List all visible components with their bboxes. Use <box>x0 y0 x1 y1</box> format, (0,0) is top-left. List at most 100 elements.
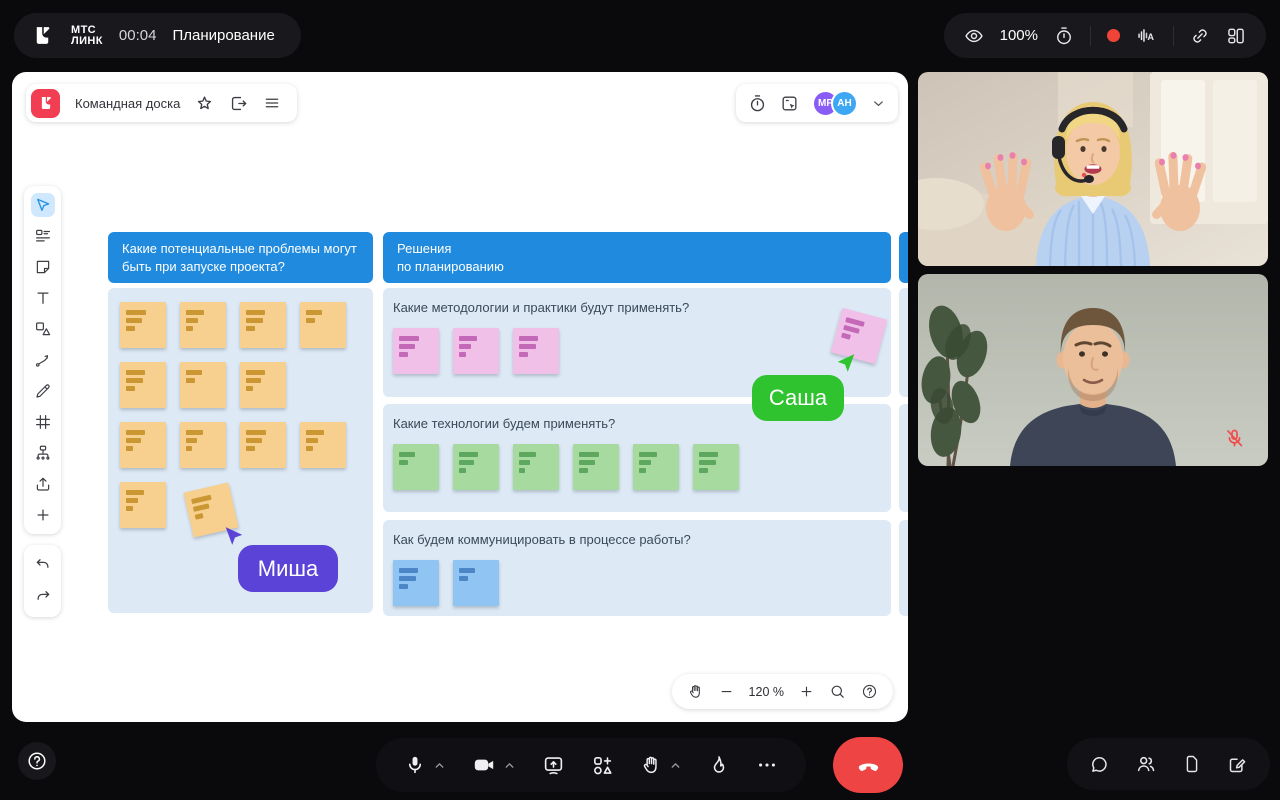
zoom-in-button[interactable] <box>799 684 814 699</box>
sticky-note[interactable] <box>240 362 286 408</box>
search-button[interactable] <box>829 683 846 700</box>
zoom-level[interactable]: 120 % <box>749 685 784 699</box>
attention-share-value: 100% <box>1000 27 1038 44</box>
avatar[interactable]: AH <box>831 90 858 117</box>
board-header-right: MP AH <box>736 84 898 122</box>
participants-button[interactable] <box>1135 753 1157 775</box>
board-header: Командная доска <box>26 84 297 122</box>
undo-redo-toolbar <box>24 545 61 617</box>
sticky-note[interactable] <box>120 422 166 468</box>
column-header-solutions[interactable]: Решения по планированию <box>383 232 891 283</box>
invite-participant-button[interactable] <box>591 754 614 777</box>
column-header-problems[interactable]: Какие потенциальные проблемы могут быть … <box>108 232 373 283</box>
camera-button[interactable] <box>472 753 496 777</box>
microphone-menu-chevron[interactable] <box>433 759 446 772</box>
sticky-note[interactable] <box>453 560 499 606</box>
board-app-logo <box>31 89 60 118</box>
sticky-note-tool[interactable] <box>31 255 55 279</box>
end-call-button[interactable] <box>833 737 903 793</box>
zoom-out-button[interactable] <box>719 684 734 699</box>
recording-indicator[interactable] <box>1107 29 1120 42</box>
sticky-note[interactable] <box>120 302 166 348</box>
fire-reaction-button[interactable] <box>708 754 730 776</box>
sticky-note[interactable] <box>513 444 559 490</box>
mindmap-tool[interactable] <box>31 441 55 465</box>
sticky-note[interactable] <box>300 302 346 348</box>
participant-video-1[interactable] <box>918 72 1268 266</box>
microphone-button[interactable] <box>404 754 426 776</box>
meeting-info-pill: МТСЛИНК 00:04 Планирование <box>14 13 301 58</box>
viewers-button[interactable] <box>964 26 984 46</box>
sticky-note[interactable] <box>453 444 499 490</box>
sticky-note[interactable] <box>453 328 499 374</box>
redo-button[interactable] <box>31 585 55 609</box>
screen-share-button[interactable] <box>542 754 565 777</box>
copy-link-button[interactable] <box>1190 26 1210 46</box>
divider <box>1090 26 1091 46</box>
participant-video-2[interactable] <box>918 274 1268 466</box>
section-question: Как будем коммуницировать в процессе раб… <box>393 532 881 547</box>
sticky-note[interactable] <box>300 422 346 468</box>
sticky-note[interactable] <box>633 444 679 490</box>
clipped-section[interactable] <box>899 288 908 397</box>
sticky-note[interactable] <box>513 328 559 374</box>
help-button[interactable] <box>18 742 56 780</box>
sticky-note[interactable] <box>240 422 286 468</box>
shapes-tool[interactable] <box>31 317 55 341</box>
pen-tool[interactable] <box>31 379 55 403</box>
files-button[interactable] <box>1182 754 1202 774</box>
frame-tool[interactable] <box>31 410 55 434</box>
sticky-note[interactable] <box>393 444 439 490</box>
sticky-note[interactable] <box>693 444 739 490</box>
side-panels-bar <box>1067 738 1270 790</box>
sticky-note[interactable] <box>180 302 226 348</box>
sticky-note[interactable] <box>180 362 226 408</box>
sticky-note[interactable] <box>180 422 226 468</box>
raise-hand-button[interactable] <box>640 754 662 776</box>
connector-tool[interactable] <box>31 348 55 372</box>
add-tool[interactable] <box>31 503 55 527</box>
sticky-note[interactable] <box>120 482 166 528</box>
notes-button[interactable] <box>1227 754 1248 775</box>
camera-menu-chevron[interactable] <box>503 759 516 772</box>
sticky-note[interactable] <box>573 444 619 490</box>
note-row <box>393 560 881 606</box>
board-participants[interactable]: MP AH <box>812 90 858 117</box>
board-help-button[interactable] <box>861 683 878 700</box>
select-tool[interactable] <box>31 193 55 217</box>
participants-videos <box>918 72 1268 466</box>
present-mode-button[interactable] <box>780 94 799 113</box>
note-row <box>393 444 881 490</box>
templates-tool[interactable] <box>31 224 55 248</box>
chevron-down-icon[interactable] <box>871 96 886 111</box>
favorite-button[interactable] <box>195 94 214 113</box>
undo-button[interactable] <box>31 553 55 577</box>
mic-muted-icon <box>1223 427 1246 450</box>
sticky-note[interactable] <box>120 362 166 408</box>
solutions-section-communication[interactable]: Как будем коммуницировать в процессе раб… <box>383 520 891 616</box>
share-board-button[interactable] <box>229 94 248 113</box>
column-header-clipped[interactable] <box>899 232 908 283</box>
divider <box>1173 26 1174 46</box>
cursor-misha <box>221 524 246 549</box>
chat-button[interactable] <box>1089 754 1110 775</box>
whiteboard-panel: Командная доска MP AH <box>12 72 908 722</box>
stopwatch-button[interactable] <box>1054 26 1074 46</box>
note-row <box>120 422 361 468</box>
cursor-label-misha: Миша <box>238 545 338 592</box>
transcription-button[interactable]: A <box>1136 25 1157 46</box>
clipped-section[interactable] <box>899 404 908 512</box>
upload-tool[interactable] <box>31 472 55 496</box>
sticky-note[interactable] <box>240 302 286 348</box>
sticky-note[interactable] <box>393 560 439 606</box>
clipped-section[interactable] <box>899 520 908 616</box>
board-menu-button[interactable] <box>263 94 281 112</box>
sticky-note[interactable] <box>393 328 439 374</box>
reactions-menu-chevron[interactable] <box>669 759 682 772</box>
layout-button[interactable] <box>1226 26 1246 46</box>
more-options-button[interactable] <box>756 754 778 776</box>
text-tool[interactable] <box>31 286 55 310</box>
board-timer-button[interactable] <box>748 94 767 113</box>
note-row <box>393 328 881 374</box>
pan-hand-button[interactable] <box>687 683 704 700</box>
